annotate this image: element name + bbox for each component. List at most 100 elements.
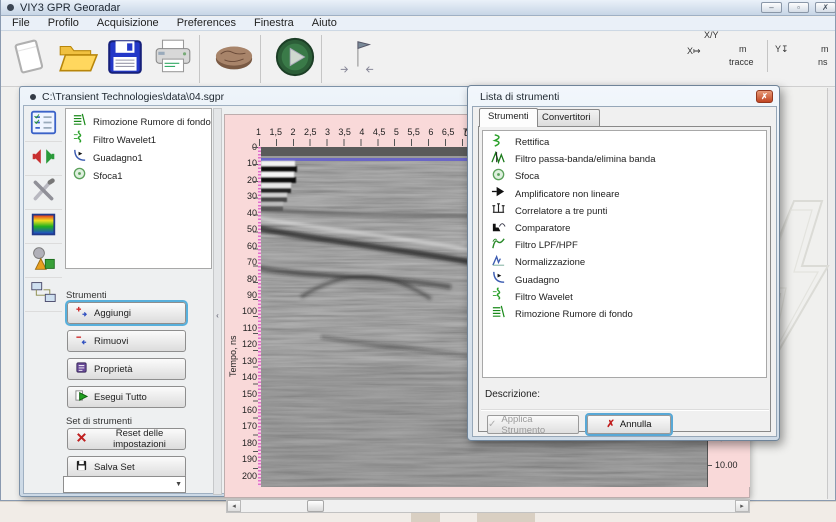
menu-item[interactable]: Aiuto	[303, 17, 346, 30]
menu-item[interactable]: Finestra	[245, 17, 303, 30]
distance-axis-tick-label: 2,5	[304, 127, 317, 138]
side-toolbar-button[interactable]	[25, 176, 62, 210]
tool-list-item[interactable]: Sfoca	[483, 168, 766, 185]
panel-button[interactable]: Esegui Tutto	[67, 386, 186, 408]
main-window: VIY3 GPR Georadar – ▫ ✗ FileProfiloAcqui…	[0, 0, 836, 501]
toolbar-button[interactable]	[53, 36, 101, 82]
processing-step[interactable]: Sfoca1	[70, 167, 211, 185]
objects-3d-icon	[30, 245, 57, 277]
panel-button[interactable]: Reset delle impostazioni	[67, 428, 186, 450]
side-toolbar-button[interactable]	[25, 142, 62, 176]
tool-list-item[interactable]: Comparatore	[483, 220, 766, 237]
coords-y-unit-ns: ns	[818, 57, 828, 67]
toolbar-button[interactable]	[271, 36, 319, 82]
processing-step[interactable]: Filtro Wavelet1	[70, 131, 211, 149]
side-toolbar-button[interactable]	[25, 108, 62, 142]
run-all-icon	[75, 389, 88, 405]
tool-list-item[interactable]: Filtro passa-banda/elimina banda	[483, 151, 766, 168]
rimozione-rumore-icon	[70, 112, 93, 132]
add-icon	[75, 305, 88, 321]
app-icon	[7, 4, 14, 11]
minimize-button[interactable]: –	[761, 2, 782, 13]
toolbar-button[interactable]	[210, 36, 258, 82]
menu-item[interactable]: Profilo	[39, 17, 88, 30]
toolbar-button[interactable]	[149, 36, 197, 82]
tool-list-item[interactable]: Rimozione Rumore di fondo	[483, 306, 766, 323]
side-toolbar	[25, 108, 62, 312]
toolbar-button[interactable]	[5, 36, 53, 82]
scroll-right-arrow-icon[interactable]: ▸	[735, 500, 749, 512]
toolbar-button[interactable]	[332, 36, 380, 82]
cancel-button[interactable]: ✗ Annulla	[587, 415, 671, 434]
print-icon	[152, 36, 194, 83]
close-button[interactable]: ✗	[815, 2, 836, 13]
properties-icon	[75, 361, 88, 377]
processing-step[interactable]: Rimozione Rumore di fondo1	[70, 113, 211, 131]
processing-step[interactable]: Guadagno1	[70, 149, 211, 167]
depth-axis-tick	[708, 465, 712, 466]
distance-axis-tick-label: 3	[325, 127, 330, 138]
tab-panel: Rettifica Filtro passa-banda/elimina ban…	[478, 126, 771, 432]
scroll-left-arrow-icon[interactable]: ◂	[227, 500, 241, 512]
coords-group-label: X/Y	[704, 30, 719, 40]
mdi-area: C:\Transient Technologies\data\04.sgpr R…	[1, 88, 835, 499]
distance-axis-tick-label: 4	[359, 127, 364, 138]
toolbar-button[interactable]	[101, 36, 149, 82]
save-file-icon	[104, 36, 146, 83]
menu-item[interactable]: Preferences	[168, 17, 245, 30]
horizontal-scrollbar[interactable]: ◂ ▸	[226, 499, 750, 513]
distance-axis-tick-label: 5	[394, 127, 399, 138]
sfoca-icon	[70, 166, 93, 186]
coords-y-label: Y↧	[775, 44, 789, 55]
tool-list-item[interactable]: Correlatore a tre punti	[483, 203, 766, 220]
palette-icon	[30, 211, 57, 243]
panel-button[interactable]: Proprietà	[67, 358, 186, 380]
description-label: Descrizione:	[485, 389, 540, 400]
save-set-icon	[75, 459, 88, 475]
dialog-close-button[interactable]: ✗	[756, 90, 773, 103]
tool-list-item[interactable]: Rettifica	[483, 134, 766, 151]
network-icon	[30, 279, 57, 311]
toolbar-separator	[199, 35, 208, 83]
tool-list-item[interactable]: Guadagno	[483, 272, 766, 289]
menu-item[interactable]: Acquisizione	[88, 17, 168, 30]
screen: VIY3 GPR Georadar – ▫ ✗ FileProfiloAcqui…	[0, 0, 836, 522]
distance-axis-tick-label: 6,5	[442, 127, 455, 138]
tools-icon	[30, 177, 57, 209]
tool-list-item[interactable]: Filtro LPF/HPF	[483, 237, 766, 254]
dialog-title-bar: Lista di strumenti	[472, 89, 777, 105]
soil-profile-icon	[213, 36, 255, 83]
side-toolbar-button[interactable]	[25, 244, 62, 278]
tool-set-combobox[interactable]: ▼	[63, 476, 186, 493]
coords-divider	[767, 40, 768, 72]
set-buttons: Reset delle impostazioni Salva Set	[67, 428, 186, 478]
distance-axis-tick-label: 4,5	[373, 127, 386, 138]
tool-list-item[interactable]: Filtro Wavelet	[483, 289, 766, 306]
coordinates-readout: X/Y X↦ m tracce Y↧ m ns	[683, 28, 835, 84]
tab-convertitori[interactable]: Convertitori	[533, 109, 600, 126]
distance-axis-tick-label: 1	[256, 127, 261, 138]
process-list-icon	[30, 109, 57, 141]
dialog-divider	[481, 409, 769, 411]
tool-list-item[interactable]: Amplificatore non lineare	[483, 186, 766, 203]
dialog-body: Strumenti Convertitori Rettifica	[472, 106, 777, 437]
document-title: C:\Transient Technologies\data\04.sgpr	[42, 91, 224, 103]
maximize-button[interactable]: ▫	[788, 2, 809, 13]
panel-button[interactable]: Aggiungi	[67, 302, 186, 324]
rimozione-rumore-icon	[483, 304, 515, 324]
distance-axis-tick-label: 5,5	[407, 127, 420, 138]
side-toolbar-button[interactable]	[25, 210, 62, 244]
scrollbar-thumb[interactable]	[307, 500, 324, 512]
toolbar-separator	[260, 35, 269, 83]
chevron-down-icon: ▼	[175, 481, 182, 488]
panel-splitter[interactable]: ‹	[213, 108, 222, 495]
side-toolbar-button[interactable]	[25, 278, 62, 312]
panel-button[interactable]: Salva Set	[67, 456, 186, 478]
tab-strumenti[interactable]: Strumenti	[479, 108, 538, 127]
distance-axis-tick-label: 3,5	[338, 127, 351, 138]
toolbar-separator	[321, 35, 330, 83]
apply-tool-button[interactable]: ✓ Applica Strumento	[487, 415, 579, 434]
tool-list-item[interactable]: Normalizzazione	[483, 254, 766, 271]
menu-item[interactable]: File	[3, 17, 39, 30]
panel-button[interactable]: Rimuovi	[67, 330, 186, 352]
